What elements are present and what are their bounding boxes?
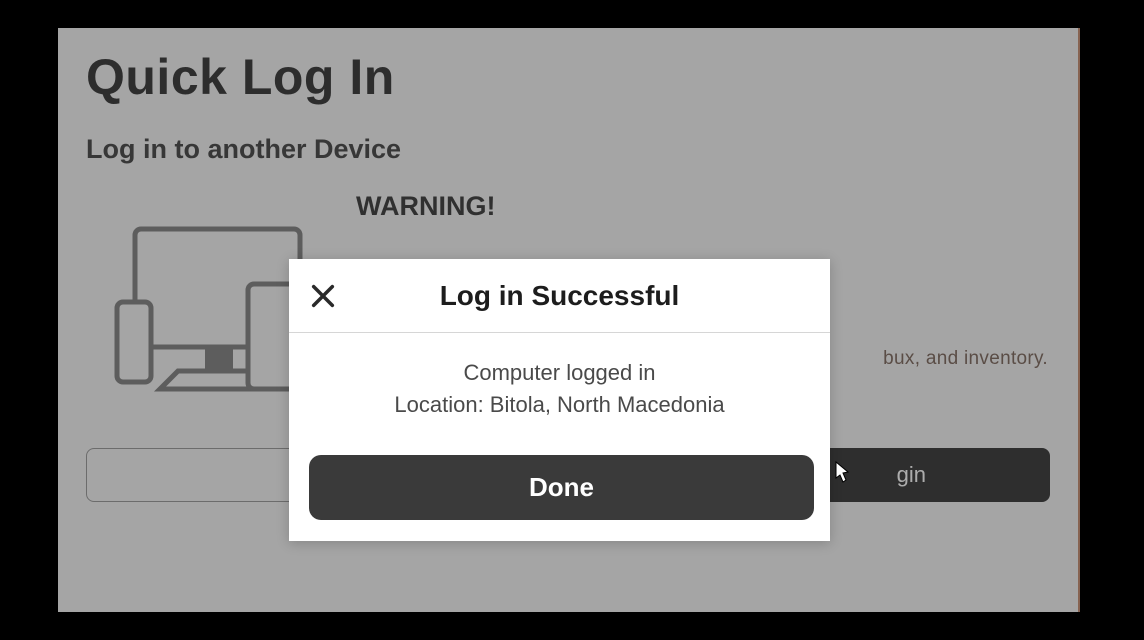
modal-title: Log in Successful <box>289 280 830 312</box>
cursor-pointer-icon <box>830 460 852 486</box>
done-button[interactable]: Done <box>309 455 814 520</box>
done-button-label: Done <box>529 472 594 502</box>
login-success-modal: Log in Successful Computer logged in Loc… <box>289 259 830 541</box>
modal-status-line: Computer logged in <box>309 357 810 389</box>
modal-location-line: Location: Bitola, North Macedonia <box>309 389 810 421</box>
modal-header: Log in Successful <box>289 259 830 333</box>
close-icon[interactable] <box>309 282 337 310</box>
modal-body: Computer logged in Location: Bitola, Nor… <box>289 333 830 520</box>
